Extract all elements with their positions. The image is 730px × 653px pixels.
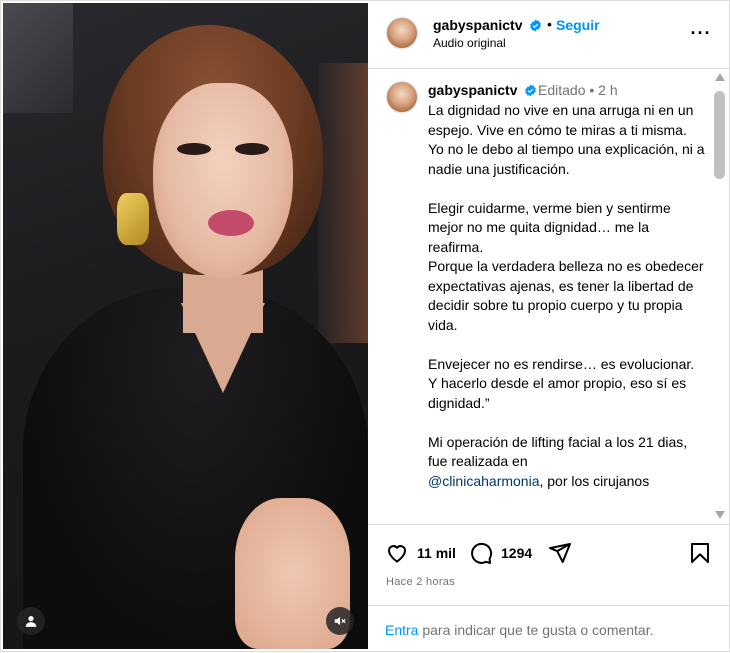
login-prompt-rest: para indicar que te gusta o comentar. bbox=[418, 622, 654, 638]
share-button[interactable] bbox=[548, 541, 572, 565]
audio-link[interactable]: Audio original bbox=[433, 36, 506, 50]
mention-link[interactable]: @clinicaharmonia bbox=[428, 473, 539, 489]
caption-paragraph: Envejecer no es rendirse… es evolucionar… bbox=[428, 355, 695, 372]
background-panel bbox=[3, 3, 73, 113]
caption-gap bbox=[428, 179, 706, 199]
header-separator: • bbox=[547, 16, 552, 32]
paper-plane-icon bbox=[549, 543, 571, 563]
caption-paragraph: Porque la verdadera belleza no es obedec… bbox=[428, 258, 704, 333]
heart-icon bbox=[387, 545, 407, 563]
more-options-button[interactable]: ··· bbox=[689, 21, 713, 45]
person-eye-left bbox=[177, 143, 211, 155]
user-tag-button[interactable] bbox=[17, 607, 45, 635]
caption-paragraph: Mi operación de lifting facial a los 21 … bbox=[428, 433, 688, 470]
caption-username[interactable]: gabyspanictv bbox=[428, 82, 537, 98]
avatar[interactable] bbox=[386, 17, 418, 49]
comment-icon bbox=[471, 542, 493, 564]
caption-paragraph: Y hacerlo desde el amor propio, eso sí e… bbox=[428, 375, 687, 411]
person-face bbox=[153, 83, 293, 278]
scroll-down-arrow-icon[interactable] bbox=[715, 511, 725, 519]
caption-username-text[interactable]: gabyspanictv bbox=[428, 82, 517, 98]
bookmark-icon bbox=[691, 543, 709, 563]
caption-paragraph: @clinicaharmonia, por los cirujanos bbox=[428, 472, 706, 492]
like-count[interactable]: 11 mil bbox=[417, 545, 456, 561]
comment-button[interactable]: 1294 bbox=[469, 541, 532, 565]
post-modal: gabyspanictv • Seguir Audio original ···… bbox=[0, 0, 730, 652]
login-prompt: Entra para indicar que te gusta o coment… bbox=[368, 605, 730, 653]
header-username[interactable]: gabyspanictv bbox=[433, 17, 542, 33]
person-neckline bbox=[181, 303, 265, 393]
caption-area: gabyspanictv Editado • 2 h La dignidad n… bbox=[368, 70, 730, 525]
login-prompt-text: Entra para indicar que te gusta o coment… bbox=[385, 622, 654, 638]
like-button[interactable]: 11 mil bbox=[385, 541, 456, 565]
caption-gap bbox=[428, 335, 706, 355]
post-header: gabyspanictv • Seguir Audio original ··· bbox=[368, 1, 730, 69]
header-username-text[interactable]: gabyspanictv bbox=[433, 17, 522, 33]
muted-speaker-icon bbox=[334, 616, 346, 626]
post-side-panel: gabyspanictv • Seguir Audio original ···… bbox=[368, 1, 730, 653]
verified-badge-icon bbox=[525, 84, 537, 97]
action-bar: 11 mil 1294 Hace 2 horas bbox=[368, 526, 730, 606]
caption-meta: Editado • 2 h bbox=[538, 82, 618, 98]
post-video[interactable] bbox=[3, 3, 368, 649]
scrollbar-thumb[interactable] bbox=[714, 91, 725, 179]
caption-tail: , por los cirujanos bbox=[539, 472, 650, 489]
post-time[interactable]: Hace 2 horas bbox=[386, 576, 455, 588]
caption-avatar[interactable] bbox=[386, 81, 418, 113]
caption-gap bbox=[428, 413, 706, 433]
scroll-up-arrow-icon[interactable] bbox=[715, 73, 725, 81]
caption-paragraph: Elegir cuidarme, verme bien y sentirme m… bbox=[428, 199, 671, 255]
save-button[interactable] bbox=[688, 541, 712, 565]
caption-paragraph: La dignidad no vive en una arruga ni en … bbox=[428, 102, 694, 138]
login-link[interactable]: Entra bbox=[385, 622, 418, 638]
caption-paragraph: Yo no le debo al tiempo una explicación,… bbox=[428, 141, 705, 177]
caption-text: La dignidad no vive en una arruga ni en … bbox=[428, 101, 706, 491]
verified-badge-icon bbox=[530, 19, 542, 32]
comment-count[interactable]: 1294 bbox=[501, 545, 532, 561]
user-icon bbox=[25, 616, 37, 627]
person-eye-right bbox=[235, 143, 269, 155]
background-light bbox=[318, 63, 368, 343]
mute-button[interactable] bbox=[326, 607, 354, 635]
scrollbar[interactable] bbox=[713, 73, 727, 521]
more-icon: ··· bbox=[690, 22, 712, 43]
follow-button[interactable]: Seguir bbox=[556, 17, 600, 33]
person-earring bbox=[117, 193, 149, 245]
person-lips bbox=[208, 210, 254, 236]
